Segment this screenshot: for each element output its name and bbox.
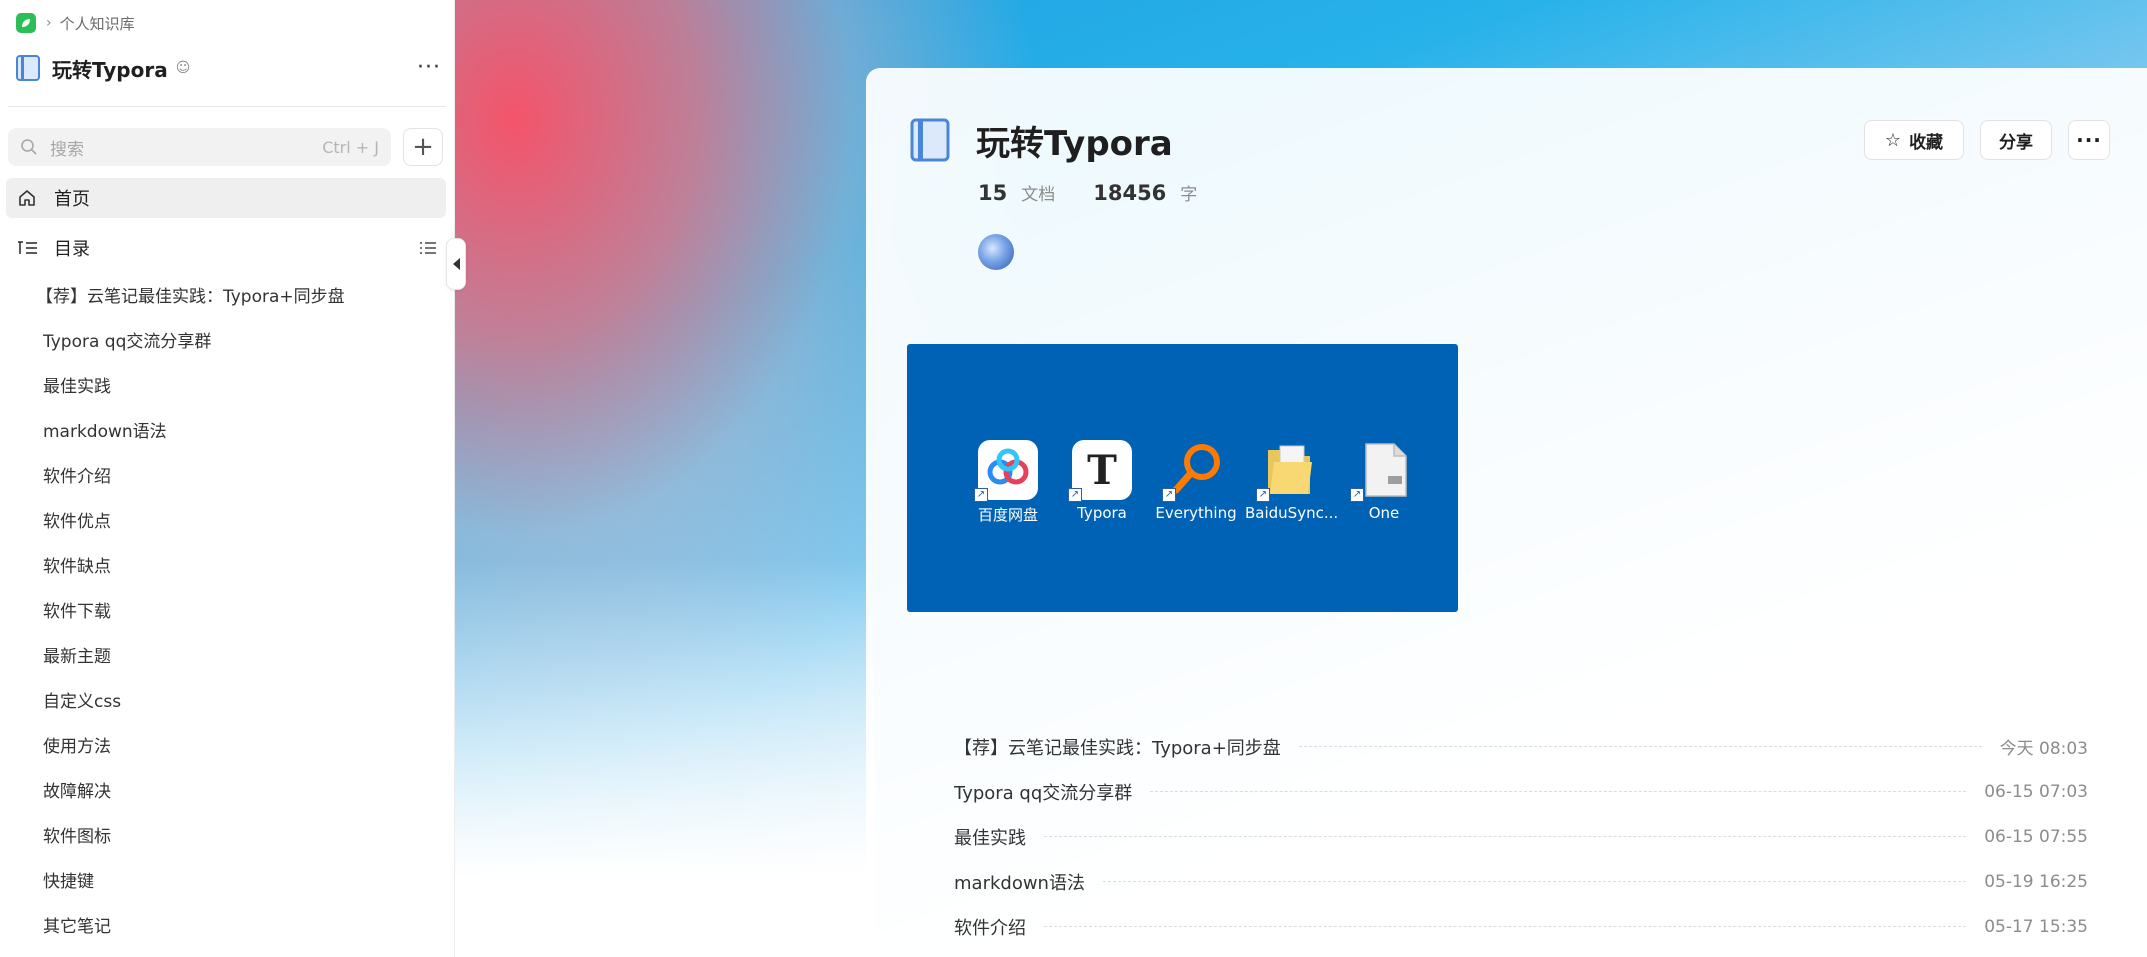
app-logo-icon[interactable] — [16, 13, 36, 33]
everything-search-icon: ↗ — [1162, 440, 1226, 502]
knowledge-base-home-card: 玩转Typora 15 文档 18456 字 ☆ 收藏 分享 ··· ↗ 百度网… — [866, 68, 2147, 957]
baidu-netdisk-icon: ↗ — [974, 440, 1038, 502]
desktop-icon-label: Everything — [1155, 504, 1237, 522]
doc-title[interactable]: Typora qq交流分享群 — [954, 779, 1132, 805]
nav-home-label: 首页 — [54, 189, 90, 210]
toc-item[interactable]: 使用方法 — [0, 722, 455, 767]
desktop-icon: ↗ One — [1339, 440, 1429, 522]
desktop-icon-label: 百度网盘 — [977, 506, 1038, 524]
doc-title[interactable]: markdown语法 — [954, 869, 1085, 895]
doc-date: 06-15 07:03 — [1984, 781, 2088, 802]
toc-item[interactable]: 自定义css — [0, 677, 455, 722]
shortcut-arrow-icon: ↗ — [1162, 488, 1176, 502]
search-icon — [21, 139, 37, 155]
docs-unit: 文档 — [1021, 185, 1056, 205]
nav-toc-label: 目录 — [54, 239, 90, 260]
shortcut-arrow-icon: ↗ — [1350, 488, 1364, 502]
book-icon — [910, 118, 950, 162]
kb-more-button[interactable]: ··· — [417, 57, 441, 79]
toc-item[interactable]: 软件介绍 — [0, 452, 455, 497]
more-button[interactable]: ··· — [2068, 120, 2110, 160]
desktop-screenshot-image: ↗ 百度网盘 T ↗ Typora ↗ Everything ↗ BaiduSy… — [907, 344, 1458, 612]
page-title: 玩转Typora — [976, 124, 1173, 164]
sidebar: › 个人知识库 玩转Typora ☺ ··· 搜索 Ctrl + J + 首页 — [0, 0, 455, 957]
nav-item-toc[interactable]: 目录 — [6, 228, 446, 268]
favorite-label: 收藏 — [1909, 132, 1944, 153]
doc-title[interactable]: 软件介绍 — [954, 914, 1026, 940]
leader-dots — [1044, 926, 1967, 927]
avatar[interactable] — [978, 234, 1014, 270]
shortcut-arrow-icon: ↗ — [1068, 488, 1082, 502]
desktop-icon-label: BaiduSync... — [1245, 504, 1339, 522]
doc-list: 【荐】云笔记最佳实践：Typora+同步盘 今天 08:03 Typora qq… — [954, 724, 2088, 949]
knowledge-base-header: 玩转Typora ☺ ··· — [16, 52, 441, 84]
typora-icon: T ↗ — [1068, 440, 1132, 502]
book-icon — [16, 55, 40, 81]
doc-row[interactable]: 软件介绍 05-17 15:35 — [954, 904, 2088, 949]
doc-row[interactable]: Typora qq交流分享群 06-15 07:03 — [954, 769, 2088, 814]
leader-dots — [1298, 746, 1982, 747]
toc-item[interactable]: 最新主题 — [0, 632, 455, 677]
search-placeholder: 搜索 — [50, 139, 84, 160]
words-count: 18456 — [1093, 181, 1167, 205]
toc-item[interactable]: 软件优点 — [0, 497, 455, 542]
favorite-button[interactable]: ☆ 收藏 — [1864, 120, 1964, 160]
chevron-right-icon: › — [46, 15, 52, 31]
leader-dots — [1150, 791, 1967, 792]
toc-item[interactable]: Typora qq交流分享群 — [0, 317, 455, 362]
doc-date: 今天 08:03 — [1999, 739, 2088, 759]
desktop-icon-label: One — [1368, 504, 1400, 522]
docs-count: 15 — [978, 181, 1008, 205]
toc-item[interactable]: 最佳实践 — [0, 362, 455, 407]
public-status-icon: ☺ — [175, 60, 191, 76]
toc-item[interactable]: 故障解决 — [0, 767, 455, 812]
search-input[interactable]: 搜索 Ctrl + J — [8, 128, 391, 166]
doc-date: 06-15 07:55 — [1984, 826, 2088, 847]
desktop-icon: ↗ 百度网盘 — [963, 440, 1053, 525]
doc-date: 05-17 15:35 — [1984, 916, 2088, 937]
shortcut-arrow-icon: ↗ — [1256, 488, 1270, 502]
folder-icon: ↗ — [1256, 440, 1320, 502]
toc-item[interactable]: 【荐】云笔记最佳实践：Typora+同步盘 — [0, 272, 455, 317]
doc-title[interactable]: 最佳实践 — [954, 824, 1026, 850]
toc-item[interactable]: 软件缺点 — [0, 542, 455, 587]
sidebar-divider — [8, 106, 446, 107]
star-icon: ☆ — [1884, 129, 1902, 151]
kb-stats: 15 文档 18456 字 — [978, 180, 1235, 205]
nav-item-home[interactable]: 首页 — [6, 178, 446, 218]
words-unit: 字 — [1180, 185, 1198, 205]
breadcrumb-parent[interactable]: 个人知识库 — [60, 13, 135, 34]
sidebar-collapse-button[interactable] — [446, 238, 466, 290]
background-fade — [455, 560, 875, 957]
toc-item[interactable]: 快捷键 — [0, 857, 455, 902]
doc-row[interactable]: 最佳实践 06-15 07:55 — [954, 814, 2088, 859]
toc-icon — [18, 241, 37, 254]
search-shortcut: Ctrl + J — [322, 137, 379, 157]
home-icon — [19, 190, 35, 206]
doc-row[interactable]: markdown语法 05-19 16:25 — [954, 859, 2088, 904]
doc-row[interactable]: 【荐】云笔记最佳实践：Typora+同步盘 今天 08:03 — [954, 724, 2088, 769]
collapse-arrow-icon — [452, 258, 460, 270]
leader-dots — [1102, 881, 1967, 882]
desktop-icon: ↗ Everything — [1151, 440, 1241, 522]
add-button[interactable]: + — [403, 128, 443, 166]
shortcut-arrow-icon: ↗ — [974, 488, 988, 502]
file-icon: ↗ — [1350, 440, 1414, 502]
toc-item[interactable]: 软件图标 — [0, 812, 455, 857]
toc-list: 【荐】云笔记最佳实践：Typora+同步盘 Typora qq交流分享群 最佳实… — [0, 272, 455, 947]
doc-title[interactable]: 【荐】云笔记最佳实践：Typora+同步盘 — [954, 734, 1281, 760]
share-button[interactable]: 分享 — [1980, 120, 2052, 160]
toc-item[interactable]: 其它笔记 — [0, 902, 455, 947]
list-view-icon[interactable] — [418, 239, 438, 257]
breadcrumb: › 个人知识库 — [16, 12, 135, 34]
leader-dots — [1044, 836, 1967, 837]
desktop-icon: T ↗ Typora — [1057, 440, 1147, 522]
toc-item[interactable]: markdown语法 — [0, 407, 455, 452]
knowledge-base-title[interactable]: 玩转Typora — [52, 54, 168, 83]
toc-item[interactable]: 软件下载 — [0, 587, 455, 632]
desktop-icon: ↗ BaiduSync... — [1245, 440, 1339, 522]
desktop-icon-label: Typora — [1077, 504, 1127, 522]
doc-date: 05-19 16:25 — [1984, 871, 2088, 892]
svg-text:T: T — [1087, 447, 1117, 494]
